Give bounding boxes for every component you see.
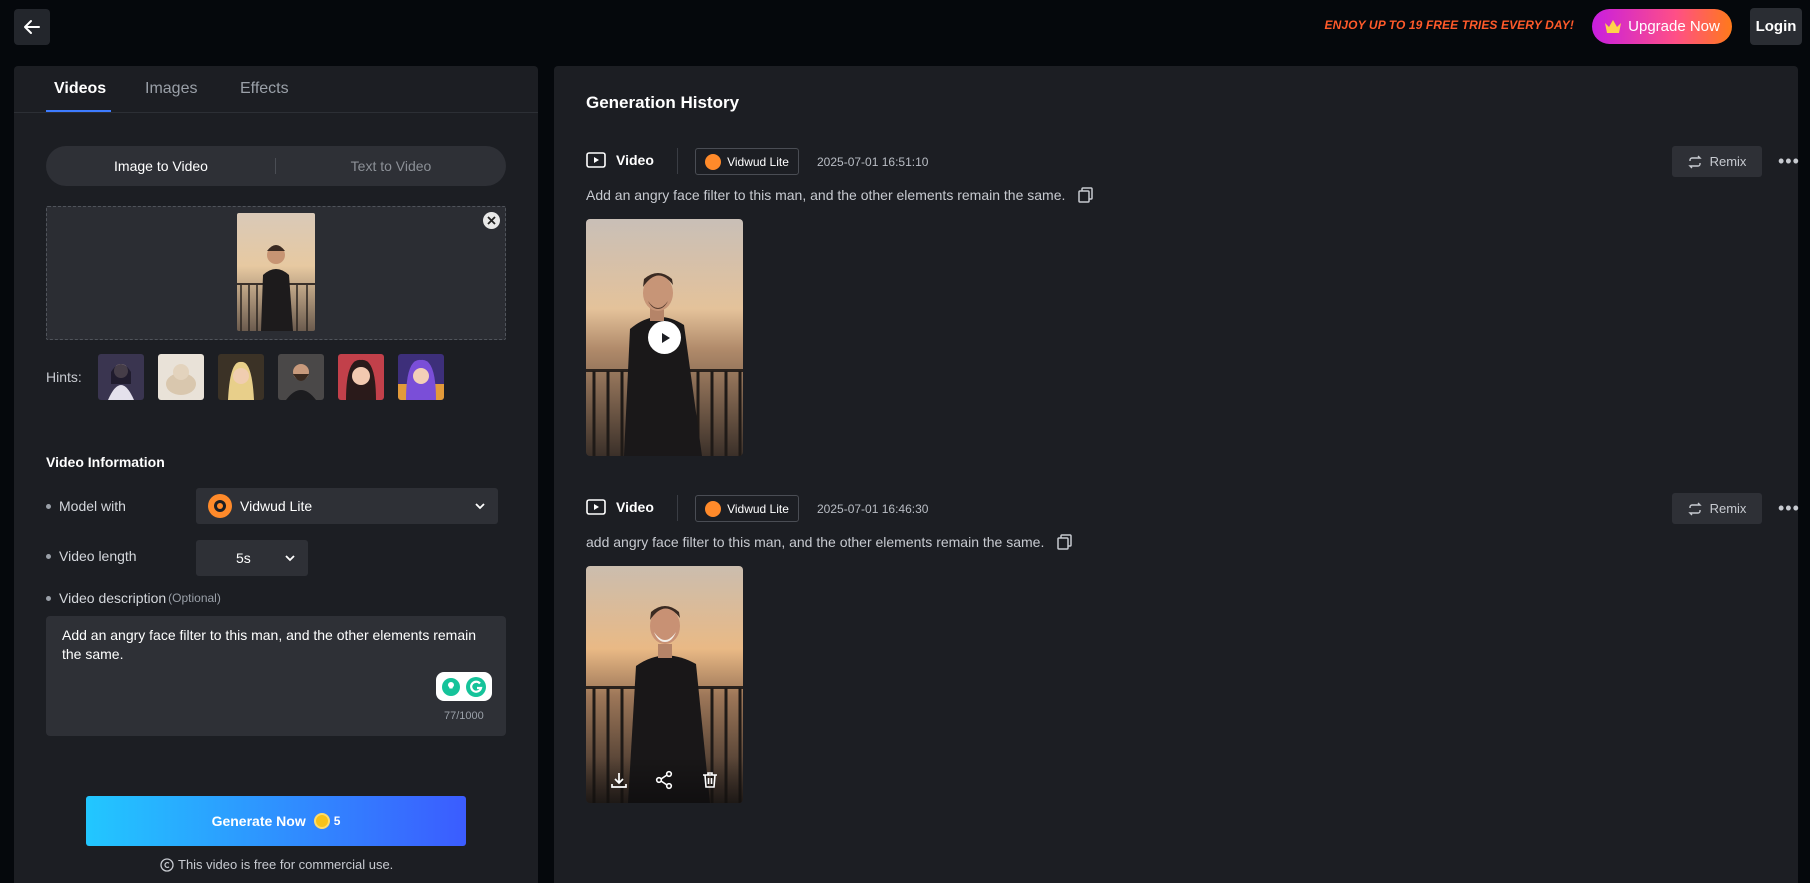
- description-label: Video description: [59, 590, 167, 606]
- repeat-icon: [1687, 155, 1702, 168]
- tab-images[interactable]: Images: [145, 80, 197, 98]
- video-thumbnail[interactable]: [586, 219, 743, 456]
- mode-toggle: Image to Video Text to Video: [46, 146, 506, 186]
- crown-icon: [1605, 19, 1622, 33]
- vidwud-logo-icon: [705, 500, 722, 517]
- video-information-title: Video Information: [46, 454, 165, 470]
- promo-text: ENJOY UP TO 19 FREE TRIES EVERY DAY!: [1324, 18, 1574, 32]
- top-bar: ENJOY UP TO 19 FREE TRIES EVERY DAY! Upg…: [0, 0, 1810, 58]
- grammarly-icon: [466, 676, 486, 697]
- arrow-left-icon: [24, 20, 40, 34]
- commercial-use-note: This video is free for commercial use.: [160, 857, 393, 872]
- hint-thumbnail[interactable]: [338, 354, 384, 400]
- length-field-label: Video length: [46, 548, 137, 564]
- copy-icon[interactable]: [1056, 533, 1074, 551]
- model-field-label: Model with: [46, 498, 126, 514]
- video-play-icon: [586, 499, 606, 515]
- prompt-text-row: add angry face filter to this man, and t…: [586, 533, 1074, 551]
- timestamp: 2025-07-01 16:51:10: [817, 155, 929, 169]
- close-circle-icon: [487, 216, 496, 225]
- generator-panel: Videos Images Effects Image to Video Tex…: [14, 66, 538, 883]
- bullet-dot: [46, 503, 51, 509]
- generation-history-title: Generation History: [586, 93, 740, 112]
- bullet-dot: [46, 553, 51, 559]
- download-icon[interactable]: [609, 770, 629, 790]
- video-type-label: Video: [586, 152, 654, 168]
- remix-label: Remix: [1709, 501, 1747, 516]
- character-counter: 77/1000: [444, 710, 484, 722]
- hint-thumbnail[interactable]: [398, 354, 444, 400]
- remix-button[interactable]: Remix: [1672, 146, 1762, 177]
- type-label: Video: [616, 499, 654, 515]
- row-divider: [677, 148, 678, 174]
- tab-videos[interactable]: Videos: [54, 80, 106, 98]
- video-actions-bar: [586, 757, 743, 803]
- bullet-dot: [46, 595, 51, 601]
- video-type-label: Video: [586, 499, 654, 515]
- type-label: Video: [616, 152, 654, 168]
- upgrade-button[interactable]: Upgrade Now: [1592, 9, 1732, 44]
- hints-label: Hints:: [46, 369, 82, 385]
- prompt-text-row: Add an angry face filter to this man, an…: [586, 186, 1095, 204]
- chevron-down-icon: [285, 555, 295, 562]
- generation-history-panel: Generation History Video Vidwud Lite 202…: [554, 66, 1799, 883]
- more-options-icon[interactable]: •••: [1778, 499, 1800, 517]
- mode-image-to-video[interactable]: Image to Video: [46, 146, 276, 186]
- video-thumbnail[interactable]: [586, 566, 743, 803]
- model-chip: Vidwud Lite: [695, 148, 799, 175]
- hint-thumbnail[interactable]: [98, 354, 144, 400]
- uploaded-image: [237, 213, 315, 331]
- model-chip: Vidwud Lite: [695, 495, 799, 522]
- hint-thumbnail[interactable]: [218, 354, 264, 400]
- share-icon[interactable]: [654, 770, 674, 790]
- tab-effects[interactable]: Effects: [240, 80, 289, 98]
- login-button[interactable]: Login: [1750, 8, 1802, 45]
- image-upload-area[interactable]: [46, 206, 506, 340]
- play-icon: [661, 332, 670, 343]
- trash-icon[interactable]: [700, 770, 720, 790]
- prompt-text: Add an angry face filter to this man, an…: [586, 187, 1066, 203]
- generate-label: Generate Now: [211, 813, 306, 829]
- model-select[interactable]: Vidwud Lite: [196, 488, 498, 524]
- timestamp: 2025-07-01 16:46:30: [817, 502, 929, 516]
- copy-icon[interactable]: [1077, 186, 1095, 204]
- active-tab-indicator: [46, 110, 111, 112]
- chip-model: Vidwud Lite: [727, 501, 789, 516]
- generate-cost: 5: [333, 814, 341, 828]
- lightbulb-icon: [442, 677, 460, 696]
- history-entry-header: Video Vidwud Lite 2025-07-01 16:51:10 Re…: [586, 146, 1799, 177]
- generate-now-button[interactable]: Generate Now 5: [86, 796, 466, 846]
- more-options-icon[interactable]: •••: [1778, 152, 1800, 170]
- remix-label: Remix: [1709, 154, 1747, 169]
- copyright-icon: [160, 857, 174, 872]
- model-label: Model with: [59, 498, 126, 514]
- history-entry-header: Video Vidwud Lite 2025-07-01 16:46:30 Re…: [586, 493, 1799, 524]
- length-label: Video length: [59, 548, 137, 564]
- coin-icon: [313, 813, 330, 829]
- row-divider: [677, 495, 678, 521]
- remove-image-button[interactable]: [483, 212, 500, 229]
- back-button[interactable]: [14, 9, 50, 45]
- license-text: This video is free for commercial use.: [178, 857, 394, 872]
- description-field-label: Video description (Optional): [46, 590, 221, 606]
- tab-bar: Videos Images Effects: [14, 66, 538, 113]
- length-value: 5s: [236, 550, 251, 566]
- video-play-icon: [586, 152, 606, 168]
- video-length-select[interactable]: 5s: [196, 540, 308, 576]
- optional-tag: (Optional): [168, 591, 221, 605]
- chip-model: Vidwud Lite: [727, 154, 789, 169]
- remix-button[interactable]: Remix: [1672, 493, 1762, 524]
- upgrade-label: Upgrade Now: [1628, 18, 1720, 35]
- vidwud-logo-icon: [705, 153, 722, 170]
- mode-text-to-video[interactable]: Text to Video: [276, 146, 506, 186]
- hint-thumbnail[interactable]: [158, 354, 204, 400]
- play-button[interactable]: [648, 321, 681, 354]
- model-value: Vidwud Lite: [240, 498, 313, 514]
- vidwud-logo-icon: [208, 494, 232, 518]
- hint-thumbnail[interactable]: [278, 354, 324, 400]
- prompt-text: add angry face filter to this man, and t…: [586, 534, 1045, 550]
- chevron-down-icon: [475, 503, 485, 510]
- repeat-icon: [1687, 502, 1702, 515]
- grammarly-widget[interactable]: [436, 672, 492, 701]
